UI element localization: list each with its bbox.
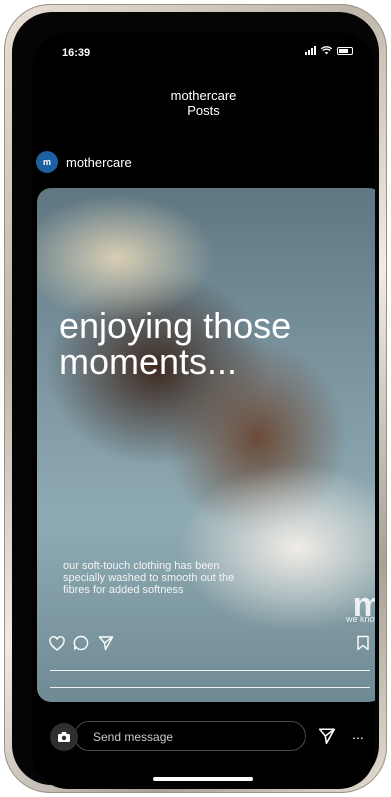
bookmark-icon xyxy=(357,635,369,651)
phone-bezel: 16:39 mothercare Posts m mothercare enjo… xyxy=(12,12,379,789)
screen: 16:39 mothercare Posts m mothercare enjo… xyxy=(32,32,375,789)
more-options-button[interactable]: ... xyxy=(349,727,367,745)
send-message-input[interactable]: Send message xyxy=(74,721,306,751)
send-icon xyxy=(318,728,336,745)
post-image-body: our soft-touch clothing has been special… xyxy=(63,560,235,596)
status-icons xyxy=(305,46,353,55)
post-divider-top xyxy=(50,670,370,671)
comment-button[interactable] xyxy=(72,634,90,652)
phone-frame: 16:39 mothercare Posts m mothercare enjo… xyxy=(4,4,387,793)
post-author[interactable]: m mothercare xyxy=(36,151,132,173)
comment-icon xyxy=(73,635,89,651)
heart-icon xyxy=(49,635,65,651)
avatar[interactable]: m xyxy=(36,151,58,173)
message-composer: Send message ... xyxy=(32,715,375,759)
home-indicator[interactable] xyxy=(153,777,253,781)
wifi-icon xyxy=(321,46,332,55)
page-title: mothercare xyxy=(170,88,237,103)
camera-button[interactable] xyxy=(50,723,78,751)
post-divider-bottom xyxy=(50,687,370,688)
post-image-headline: enjoying those moments... xyxy=(59,305,292,382)
share-button[interactable] xyxy=(97,634,115,652)
like-button[interactable] xyxy=(48,634,66,652)
battery-icon xyxy=(337,46,353,55)
brand-tagline: we know xyxy=(345,614,375,624)
status-time: 16:39 xyxy=(62,47,91,59)
signal-icon xyxy=(305,46,316,55)
send-message-placeholder: Send message xyxy=(93,730,174,744)
save-button[interactable] xyxy=(354,634,372,652)
page-header: mothercare Posts xyxy=(32,88,375,118)
send-button[interactable] xyxy=(318,727,336,745)
page-subtitle: Posts xyxy=(187,103,220,118)
username[interactable]: mothercare xyxy=(66,155,132,170)
post-actions xyxy=(48,634,372,654)
paper-plane-icon xyxy=(98,636,114,651)
post-card: enjoying those moments... our soft-touch… xyxy=(37,188,375,702)
camera-icon xyxy=(58,732,70,742)
